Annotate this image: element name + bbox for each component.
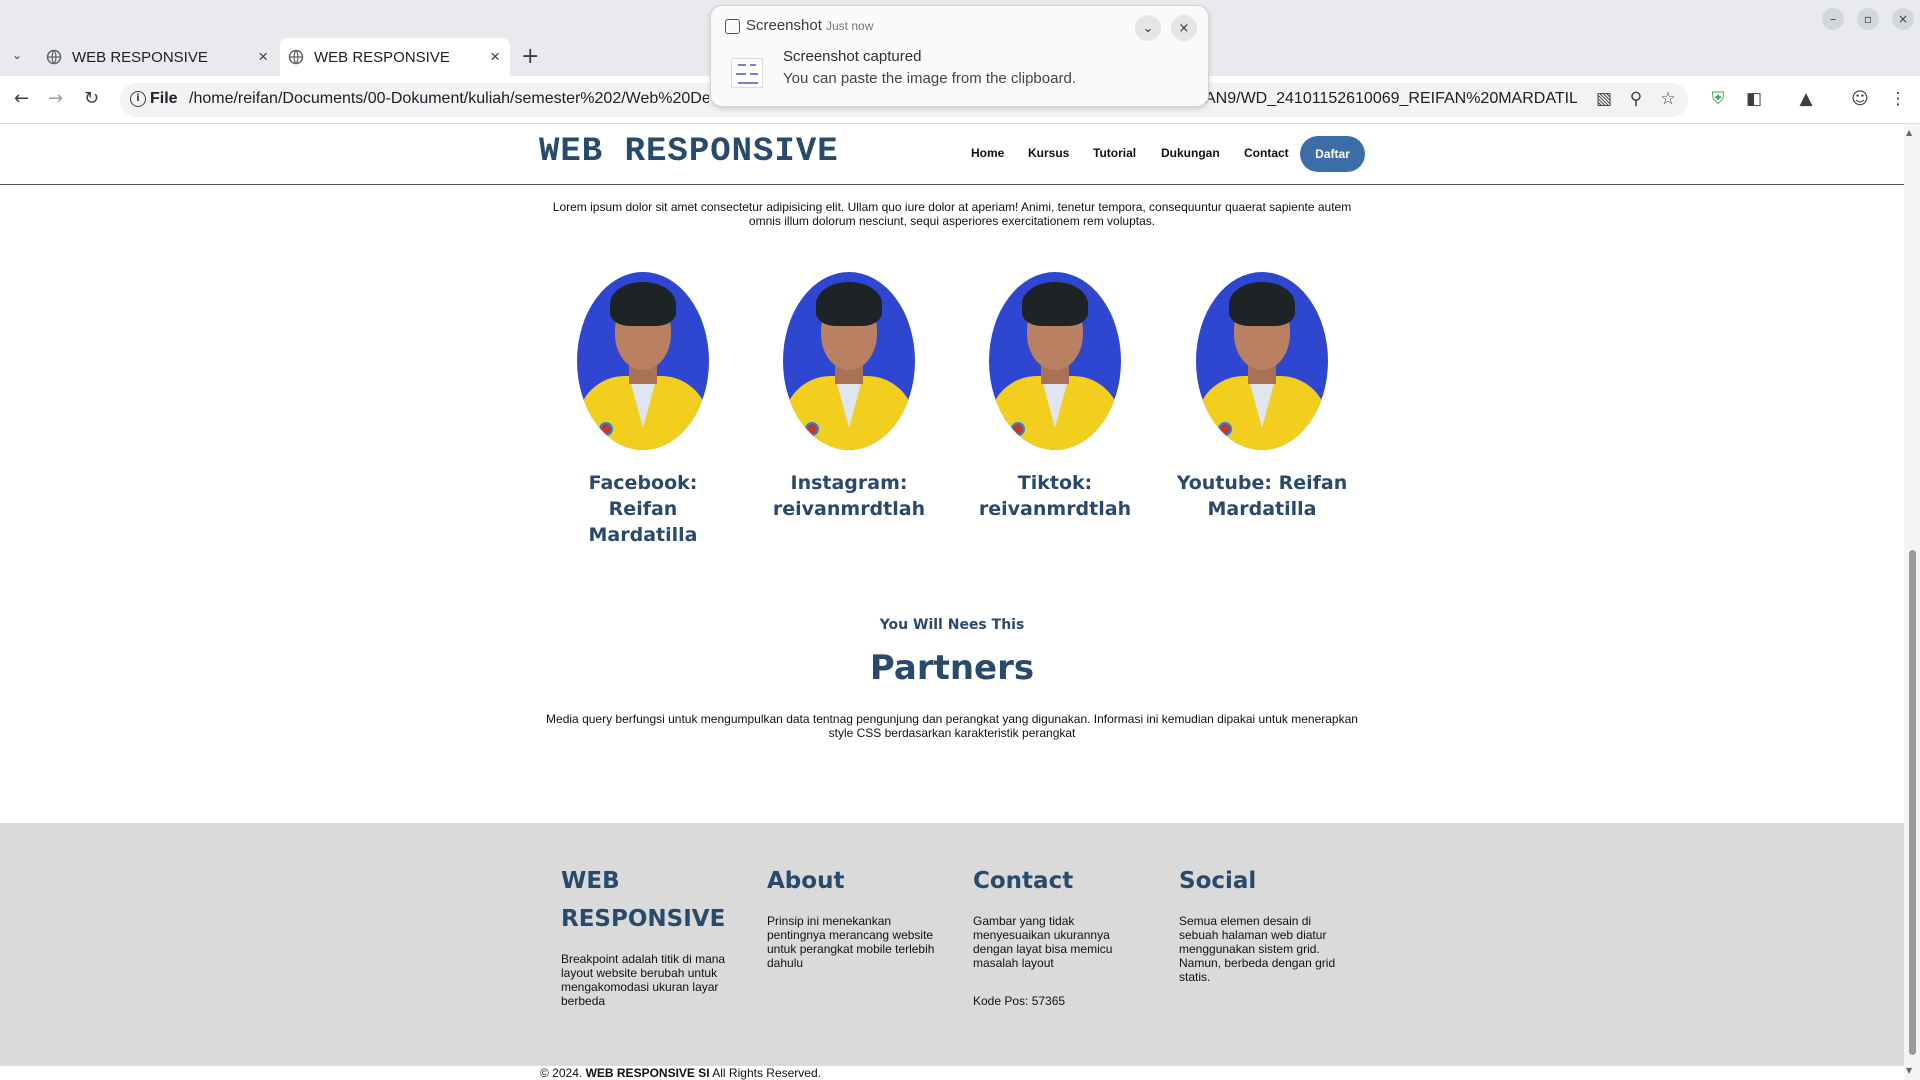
footer-brand-text: Breakpoint adalah titik di mana layout w…: [561, 952, 726, 1008]
member-card: Youtube: Reifan Mardatilla: [1172, 272, 1352, 522]
zoom-icon[interactable]: ⚲: [1626, 89, 1646, 109]
member-social-label: Instagram: reivanmrdtlah: [772, 472, 926, 520]
nav-dukungan[interactable]: Dukungan: [1161, 146, 1220, 160]
bookmark-star-icon[interactable]: ☆: [1658, 89, 1678, 109]
screenshot-app-icon: [725, 19, 740, 34]
footer-column-brand: WEB RESPONSIVE Breakpoint adalah titik d…: [561, 862, 731, 1008]
tab-2-title: WEB RESPONSIVE: [314, 48, 450, 66]
nav-home[interactable]: Home: [971, 146, 1004, 160]
tab-1[interactable]: WEB RESPONSIVE ×: [46, 40, 278, 74]
partners-heading: Partners: [869, 648, 1035, 688]
notification-title: Screenshot captured: [783, 48, 922, 65]
url-text-start[interactable]: /home/reifan/Documents/00-Dokument/kulia…: [189, 90, 709, 108]
new-tab-plus-icon[interactable]: +: [521, 44, 539, 69]
tab-1-close-icon[interactable]: ×: [258, 47, 268, 67]
tab-1-title: WEB RESPONSIVE: [72, 48, 208, 66]
url-text-end[interactable]: AN9/WD_24101152610069_REIFAN%20MARDATILL…: [1205, 90, 1577, 108]
footer-about-heading: About: [767, 868, 845, 894]
translate-icon[interactable]: ▧: [1594, 89, 1614, 109]
member-social-label: Tiktok: reivanmrdtlah: [978, 472, 1132, 520]
scroll-up-arrow-icon[interactable]: ▲: [1906, 128, 1912, 137]
member-social-label: Facebook: Reifan Mardatilla: [588, 472, 698, 546]
notification-expand-chevron-icon[interactable]: ⌄: [1135, 15, 1161, 41]
footer-column-social: Social Semua elemen desain di sebuah hal…: [1179, 862, 1349, 984]
shield-extension-icon[interactable]: ⛨: [1708, 89, 1728, 109]
footer-column-contact: Contact Gambar yang tidak menyesuaikan u…: [973, 862, 1143, 1008]
globe-icon: [46, 49, 62, 65]
labs-flask-icon[interactable]: ▲: [1796, 89, 1816, 109]
intro-paragraph: Lorem ipsum dolor sit amet consectetur a…: [552, 200, 1352, 228]
profile-avatar-icon[interactable]: ☺: [1850, 89, 1870, 109]
reload-icon[interactable]: ↻: [84, 88, 99, 109]
footer-brand-heading: WEB RESPONSIVE: [561, 868, 726, 932]
site-footer: [0, 823, 1904, 1066]
copyright-prefix: © 2024.: [540, 1066, 583, 1080]
footer-column-about: About Prinsip ini menekankan pentingnya …: [767, 862, 937, 970]
minimize-icon[interactable]: –: [1822, 8, 1844, 30]
notification-close-icon[interactable]: ×: [1171, 15, 1197, 41]
profile-photo: [577, 272, 709, 450]
member-card: Facebook: Reifan Mardatilla: [553, 272, 733, 548]
notification-app-name: Screenshot: [746, 17, 822, 34]
extensions-puzzle-icon[interactable]: ◧: [1744, 89, 1764, 109]
profile-photo: [989, 272, 1121, 450]
scheme-label: File: [150, 90, 178, 107]
tab-list-chevron-icon[interactable]: ⌄: [12, 48, 22, 62]
member-card: Tiktok: reivanmrdtlah: [965, 272, 1145, 522]
window-close-icon[interactable]: ×: [1892, 8, 1914, 30]
profile-photo: [1196, 272, 1328, 450]
daftar-button[interactable]: Daftar: [1300, 136, 1365, 172]
site-logo[interactable]: WEB RESPONSIVE: [539, 133, 839, 171]
scroll-down-arrow-icon[interactable]: ▼: [1906, 1066, 1912, 1075]
back-arrow-icon[interactable]: ←: [14, 88, 29, 109]
forward-arrow-icon[interactable]: →: [48, 88, 63, 109]
nav-tutorial[interactable]: Tutorial: [1093, 146, 1136, 160]
menu-kebab-icon[interactable]: ⋮: [1888, 89, 1908, 109]
member-card: Instagram: reivanmrdtlah: [759, 272, 939, 522]
tab-2-close-icon[interactable]: ×: [490, 47, 500, 67]
footer-contact-heading: Contact: [973, 868, 1074, 894]
footer-postal-code: Kode Pos: 57365: [973, 994, 1066, 1008]
copyright-suffix: All Rights Reserved.: [712, 1066, 821, 1080]
member-social-label: Youtube: Reifan Mardatilla: [1176, 472, 1348, 520]
notification-body: You can paste the image from the clipboa…: [783, 70, 1076, 87]
info-icon[interactable]: i: [130, 91, 146, 107]
footer-contact-text: Gambar yang tidak menyesuaikan ukurannya…: [973, 914, 1113, 970]
footer-social-heading: Social: [1179, 868, 1257, 894]
copyright-text: © 2024. WEB RESPONSIVE SI All Rights Res…: [540, 1066, 821, 1080]
footer-social-text: Semua elemen desain di sebuah halaman we…: [1179, 914, 1336, 984]
partners-kicker: You Will Nees This: [879, 617, 1025, 633]
tab-2-active[interactable]: WEB RESPONSIVE ×: [280, 38, 510, 76]
footer-about-text: Prinsip ini menekankan pentingnya meranc…: [767, 914, 935, 970]
screenshot-notification[interactable]: Screenshot Just now ⌄ × Screenshot captu…: [710, 5, 1209, 107]
notification-time: Just now: [826, 19, 874, 33]
nav-kursus[interactable]: Kursus: [1028, 146, 1069, 160]
screenshot-thumbnail: [731, 58, 763, 88]
copyright-brand: WEB RESPONSIVE SI: [585, 1066, 710, 1080]
profile-photo: [783, 272, 915, 450]
scrollbar-thumb[interactable]: [1909, 550, 1916, 1055]
partners-description: Media query berfungsi untuk mengumpulkan…: [546, 712, 1358, 740]
site-header: [0, 124, 1904, 185]
maximize-icon[interactable]: ▫: [1857, 8, 1879, 30]
nav-contact[interactable]: Contact: [1244, 146, 1289, 160]
globe-icon: [288, 49, 304, 65]
